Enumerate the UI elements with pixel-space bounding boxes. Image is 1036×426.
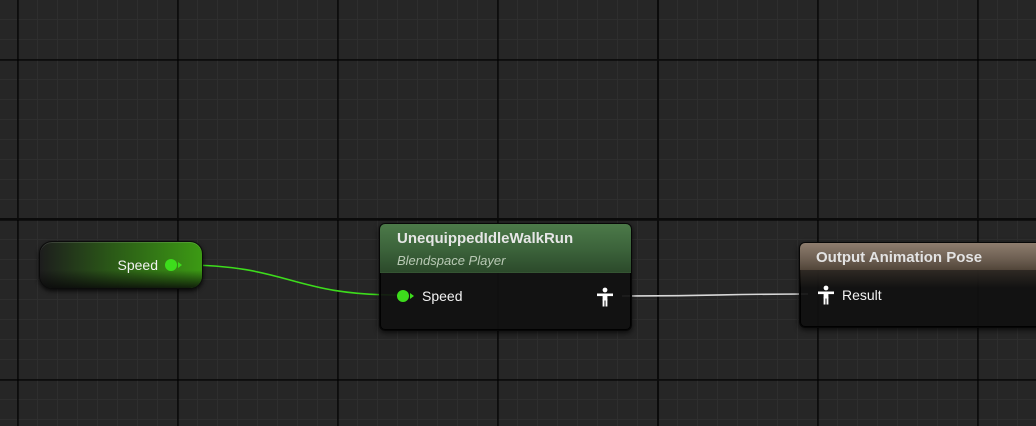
speed-output-pin[interactable]	[165, 259, 177, 271]
grid-major-line-vertical	[657, 0, 659, 426]
node-title: UnequippedIdleWalkRun	[397, 230, 574, 247]
output-animation-pose-node[interactable]: Output Animation Pose Result	[799, 242, 1036, 328]
pin-arrow-icon	[178, 262, 182, 268]
speed-variable-node[interactable]: Speed	[39, 241, 203, 289]
pose-icon[interactable]	[817, 285, 835, 305]
grid-major-line-horizontal	[0, 218, 1036, 220]
anim-graph-canvas[interactable]: Speed UnequippedIdleWalkRun Blendspace P…	[0, 0, 1036, 426]
header-fade	[800, 270, 1036, 288]
pose-wire[interactable]	[621, 293, 809, 297]
speed-pin-label: Speed	[422, 288, 463, 304]
result-pin-label: Result	[842, 287, 882, 303]
node-header: Output Animation Pose	[800, 243, 1036, 270]
variable-pin-label: Speed	[117, 257, 158, 273]
pin-arrow-icon	[410, 293, 414, 299]
wires-layer	[181, 264, 809, 297]
node-title: Output Animation Pose	[816, 249, 983, 266]
node-header: UnequippedIdleWalkRun Blendspace Player	[380, 224, 631, 273]
blendspace-player-node[interactable]: UnequippedIdleWalkRun Blendspace Player …	[379, 223, 632, 331]
speed-wire[interactable]	[181, 264, 399, 296]
speed-input-pin[interactable]	[397, 290, 409, 302]
node-subtitle: Blendspace Player	[397, 253, 506, 268]
pose-icon[interactable]	[596, 287, 614, 307]
